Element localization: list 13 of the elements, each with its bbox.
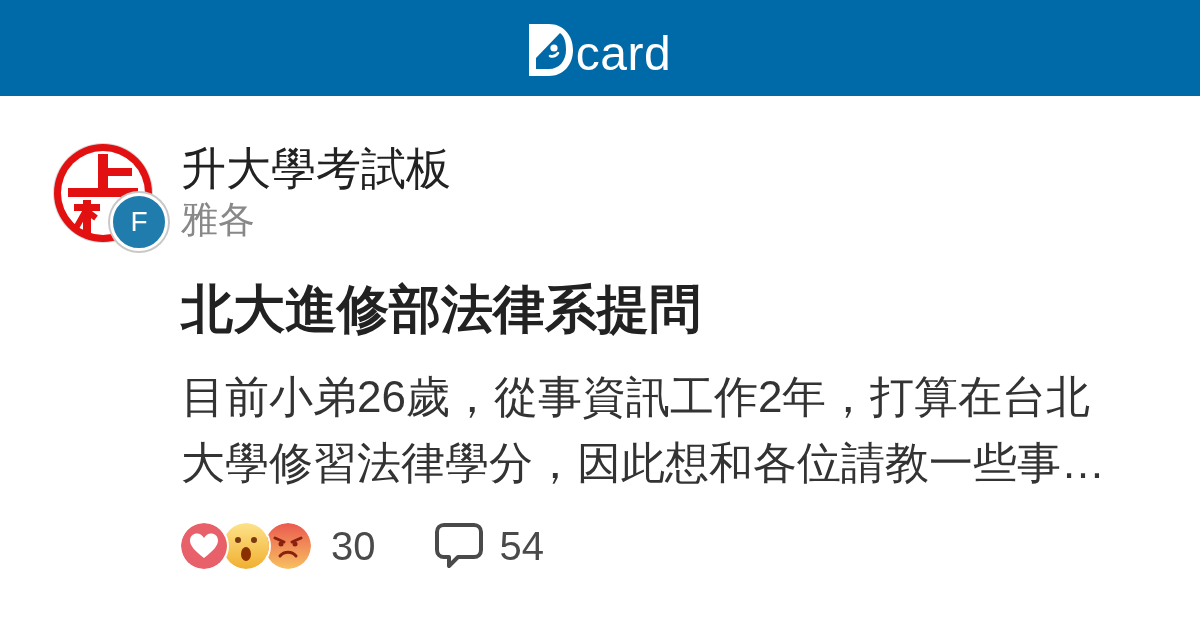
logo-text: card [575, 32, 672, 76]
post-title: 北大進修部法律系提問 [181, 279, 702, 340]
author-name: 雅各 [181, 198, 256, 242]
heart-reaction-icon [181, 523, 227, 569]
author-avatar: F [110, 193, 168, 251]
logo-mark-icon [528, 24, 573, 76]
comment-count: 54 [499, 523, 544, 570]
board-name[interactable]: 升大學考試板 [181, 142, 1200, 196]
angry-emoji-icon [265, 523, 311, 569]
comment-icon [433, 522, 484, 570]
surprised-emoji-icon [223, 523, 269, 569]
post-excerpt: 目前小弟26歲，從事資訊工作2年，打算在台北大學修習法律學分，因此想和各位請教一些事… [181, 371, 1106, 489]
reaction-count: 30 [331, 523, 376, 570]
